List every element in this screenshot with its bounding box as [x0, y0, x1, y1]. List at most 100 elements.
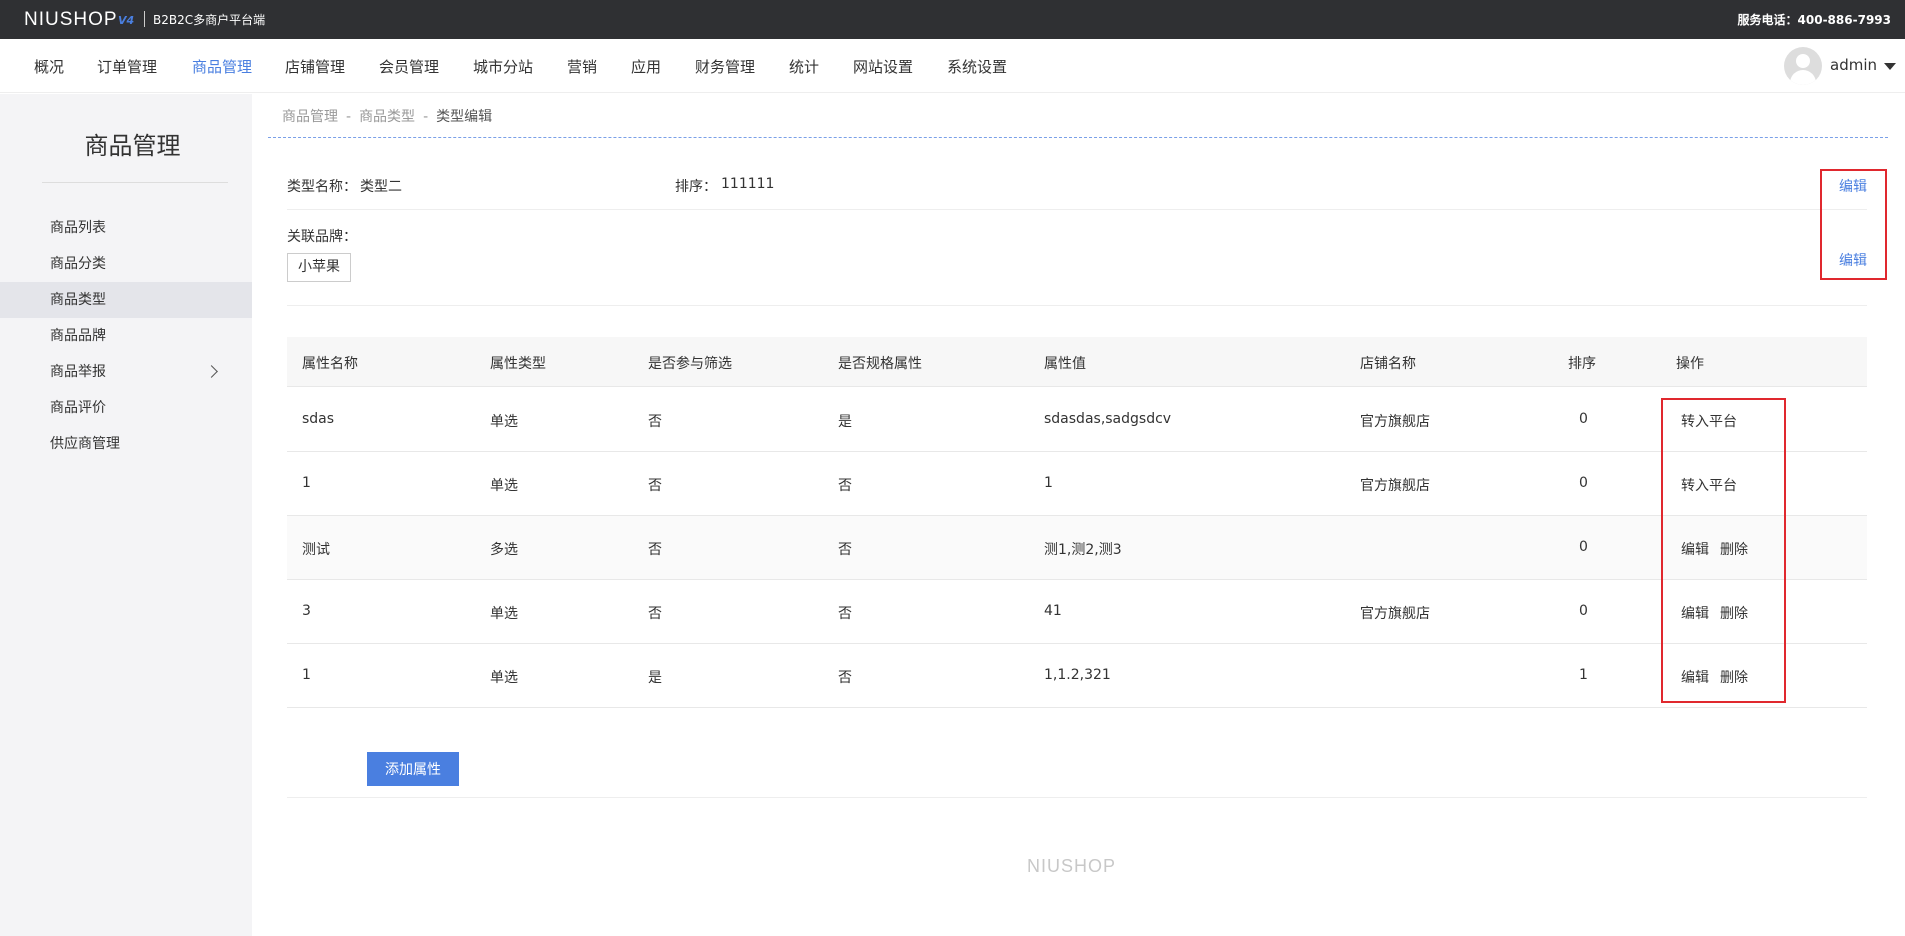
cell-sort: 0 — [1579, 475, 1588, 491]
cell-attr-name: sdas — [302, 411, 335, 427]
sidebar-item-label: 商品举报 — [50, 364, 106, 380]
sidebar-item-label: 商品品牌 — [50, 328, 106, 344]
table-row: 1 单选 否 否 1 官方旗舰店 0 转入平台 — [287, 452, 1867, 516]
cell-filter: 否 — [648, 414, 662, 430]
breadcrumb-separator: - — [423, 109, 429, 125]
table-row: 3 单选 否 否 41 官方旗舰店 0 编辑 删除 — [287, 580, 1867, 644]
nav-item-members[interactable]: 会员管理 — [379, 56, 439, 77]
column-header-shop: 店铺名称 — [1360, 356, 1416, 372]
cell-shop: 官方旗舰店 — [1360, 414, 1430, 430]
sidebar-item-goods-brand[interactable]: 商品品牌 — [0, 318, 252, 354]
nav-item-overview[interactable]: 概况 — [34, 56, 64, 77]
cell-attr-name: 1 — [302, 667, 311, 683]
cell-attr-name: 测试 — [302, 542, 330, 558]
sidebar-item-goods-type[interactable]: 商品类型 — [0, 282, 252, 318]
sidebar: 商品管理 商品列表 商品分类 商品类型 商品品牌 商品举报 商品评价 供应商管理 — [0, 94, 252, 936]
column-header-values: 属性值 — [1044, 356, 1086, 372]
sidebar-item-supplier[interactable]: 供应商管理 — [0, 426, 252, 462]
brand-divider — [287, 305, 1867, 306]
nav-item-shops[interactable]: 店铺管理 — [285, 56, 345, 77]
nav-item-marketing[interactable]: 营销 — [567, 56, 597, 77]
cell-shop: 官方旗舰店 — [1360, 606, 1430, 622]
user-menu[interactable]: admin — [1784, 47, 1897, 85]
breadcrumb-current: 类型编辑 — [436, 109, 493, 125]
cell-values: 1 — [1044, 475, 1053, 491]
cell-filter: 是 — [648, 670, 662, 686]
chevron-right-icon — [205, 365, 218, 378]
cell-values: sdasdas,sadgsdcv — [1044, 411, 1172, 427]
sidebar-item-goods-category[interactable]: 商品分类 — [0, 246, 252, 282]
column-header-spec: 是否规格属性 — [838, 356, 922, 372]
chevron-down-icon[interactable] — [1884, 63, 1896, 70]
nav-item-apps[interactable]: 应用 — [631, 56, 661, 77]
cell-attr-name: 3 — [302, 603, 311, 619]
brand-tag: 小苹果 — [287, 253, 351, 282]
column-header-actions: 操作 — [1676, 356, 1704, 372]
cell-shop: 官方旗舰店 — [1360, 478, 1430, 494]
cell-attr-type: 单选 — [490, 606, 518, 622]
type-name-label: 类型名称： — [287, 179, 357, 195]
info-divider — [287, 209, 1867, 210]
cell-values: 41 — [1044, 603, 1062, 619]
service-hotline: 服务电话：400-886-7993 — [1737, 13, 1891, 27]
add-attribute-button[interactable]: 添加属性 — [367, 752, 459, 786]
cell-filter: 否 — [648, 478, 662, 494]
nav-item-orders[interactable]: 订单管理 — [97, 56, 157, 77]
column-header-sort: 排序 — [1568, 356, 1596, 372]
type-name-value: 类型二 — [360, 179, 402, 195]
table-row: 测试 多选 否 否 测1,测2,测3 0 编辑 删除 — [287, 516, 1867, 580]
form-bottom-divider — [287, 797, 1867, 798]
cell-filter: 否 — [648, 606, 662, 622]
cell-attr-type: 多选 — [490, 542, 518, 558]
nav-item-city-sites[interactable]: 城市分站 — [473, 56, 533, 77]
avatar[interactable] — [1784, 47, 1822, 85]
cell-attr-type: 单选 — [490, 670, 518, 686]
attribute-table-header: 属性名称 属性类型 是否参与筛选 是否规格属性 属性值 店铺名称 排序 操作 — [287, 337, 1867, 387]
sidebar-item-label: 供应商管理 — [50, 436, 120, 452]
sidebar-item-goods-list[interactable]: 商品列表 — [0, 210, 252, 246]
cell-spec: 否 — [838, 478, 852, 494]
nav-item-system-settings[interactable]: 系统设置 — [947, 56, 1007, 77]
column-header-type: 属性类型 — [490, 356, 546, 372]
cell-filter: 否 — [648, 542, 662, 558]
cell-attr-name: 1 — [302, 475, 311, 491]
column-header-filter: 是否参与筛选 — [648, 356, 732, 372]
sidebar-item-label: 商品分类 — [50, 256, 106, 272]
sidebar-item-label: 商品列表 — [50, 220, 106, 236]
nav-item-site-settings[interactable]: 网站设置 — [853, 56, 913, 77]
cell-values: 测1,测2,测3 — [1044, 542, 1122, 558]
logo-divider — [144, 11, 145, 27]
niushop-logo[interactable]: NIUSHOP — [24, 9, 118, 31]
top-bar: NIUSHOP V4 B2B2C多商户平台端 服务电话：400-886-7993 — [0, 0, 1905, 39]
nav-item-goods[interactable]: 商品管理 — [192, 56, 252, 77]
breadcrumb-separator: - — [346, 109, 352, 125]
logo-version-badge: V4 — [118, 14, 135, 27]
highlight-box-actions — [1661, 398, 1786, 703]
cell-attr-type: 单选 — [490, 414, 518, 430]
nav-item-statistics[interactable]: 统计 — [789, 56, 819, 77]
cell-spec: 是 — [838, 414, 852, 430]
cell-values: 1,1.2,321 — [1044, 667, 1111, 683]
breadcrumb-goods-type[interactable]: 商品类型 — [359, 109, 415, 125]
brand-label: 关联品牌： — [287, 229, 357, 245]
platform-subtitle: B2B2C多商户平台端 — [153, 13, 266, 27]
cell-sort: 0 — [1579, 603, 1588, 619]
table-row: 1 单选 是 否 1,1.2,321 1 编辑 删除 — [287, 644, 1867, 708]
highlight-box-edit-links — [1820, 169, 1887, 280]
cell-spec: 否 — [838, 542, 852, 558]
nav-item-finance[interactable]: 财务管理 — [695, 56, 755, 77]
breadcrumb: 商品管理 - 商品类型 - 类型编辑 — [282, 106, 492, 126]
column-header-name: 属性名称 — [302, 356, 358, 372]
sort-label: 排序： — [675, 179, 717, 195]
sort-value: 111111 — [721, 176, 775, 192]
breadcrumb-divider — [268, 137, 1888, 138]
sidebar-title: 商品管理 — [84, 132, 181, 160]
sidebar-item-goods-review[interactable]: 商品评价 — [0, 390, 252, 426]
username[interactable]: admin — [1830, 56, 1877, 74]
cell-sort: 1 — [1579, 667, 1588, 683]
cell-sort: 0 — [1579, 539, 1588, 555]
sidebar-item-label: 商品类型 — [50, 292, 106, 308]
breadcrumb-goods[interactable]: 商品管理 — [282, 109, 338, 125]
sidebar-item-goods-report[interactable]: 商品举报 — [0, 354, 252, 390]
cell-spec: 否 — [838, 606, 852, 622]
